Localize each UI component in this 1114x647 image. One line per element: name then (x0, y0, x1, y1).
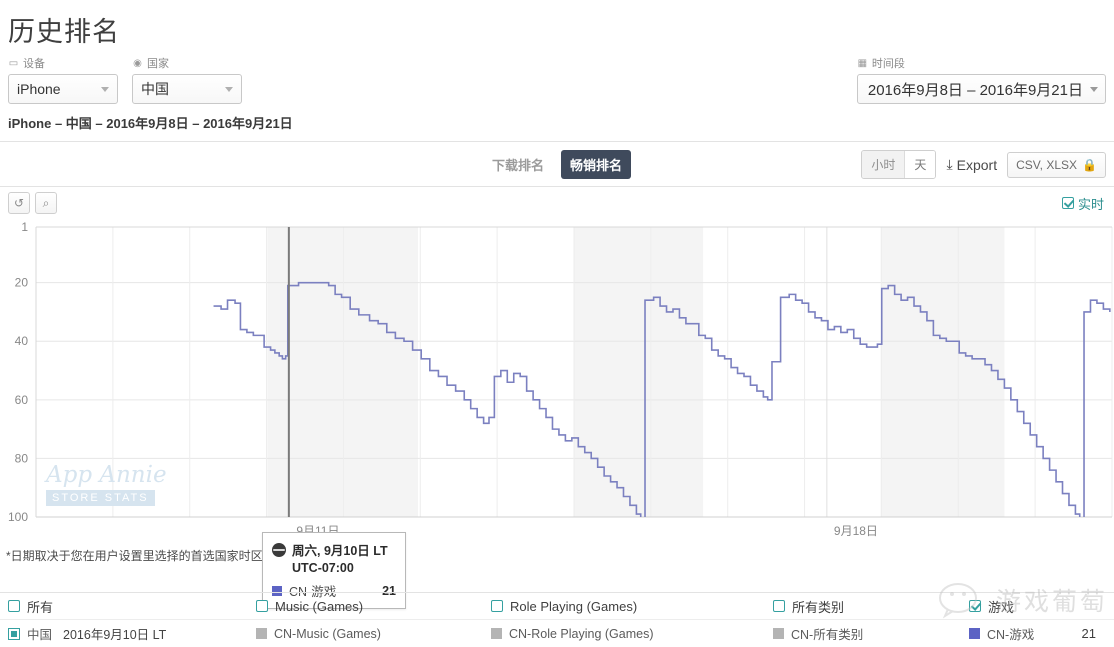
legend-series-cn-roleplaying[interactable]: CN-Role Playing (Games) (491, 627, 773, 641)
svg-text:100: 100 (8, 510, 28, 524)
segment-hour[interactable]: 小时 (862, 151, 905, 178)
legend-series-cn-games[interactable]: CN-游戏 21 (969, 624, 1114, 643)
swatch-cn-roleplaying (491, 628, 502, 639)
phone-icon: ▭ (8, 57, 19, 69)
checkbox-all[interactable] (8, 600, 20, 612)
legend-series-label-cn-allcategories: CN-所有类别 (791, 628, 864, 642)
legend-series-date: 2016年9月10日 LT (63, 628, 167, 642)
legend-checkbox-roleplaying[interactable]: Role Playing (Games) (491, 599, 773, 614)
legend-checkbox-row: 所有 Music (Games) Role Playing (Games) 所有… (0, 593, 1114, 620)
daterange-label: ▦ 时间段 (857, 55, 1106, 71)
device-select[interactable]: iPhone (8, 74, 118, 104)
svg-text:80: 80 (15, 451, 29, 465)
legend-series-china[interactable]: 中国 2016年9月10日 LT (8, 624, 256, 643)
legend-checkbox-all[interactable]: 所有 (8, 597, 256, 616)
calendar-icon: ▦ (857, 57, 868, 69)
daterange-group: ▦ 时间段 2016年9月8日 – 2016年9月21日 (856, 55, 1106, 104)
device-filter-label: ▭ 设备 (8, 55, 118, 71)
page-title: 历史排名 (8, 17, 120, 47)
legend-series-cn-allcategories[interactable]: CN-所有类别 (773, 624, 969, 643)
checkbox-games[interactable] (969, 600, 981, 612)
legend-series-cn-music[interactable]: CN-Music (Games) (256, 627, 491, 641)
legend-label-roleplaying: Role Playing (Games) (510, 598, 638, 614)
swatch-cn-music (256, 628, 267, 639)
svg-text:20: 20 (15, 276, 29, 290)
checkbox-roleplaying[interactable] (491, 600, 503, 612)
svg-text:60: 60 (15, 393, 29, 407)
realtime-checkbox[interactable] (1061, 197, 1074, 209)
zoom-button[interactable]: ⌕ (35, 192, 57, 214)
svg-text:1: 1 (21, 220, 28, 234)
export-button[interactable]: ⤓ Export (946, 156, 997, 173)
radio-china[interactable] (8, 627, 20, 640)
legend-checkbox-music[interactable]: Music (Games) (256, 599, 491, 614)
chart-controls: ↺ ⌕ 实时 (0, 187, 1114, 219)
timezone-footnote: *日期取决于您在用户设置里选择的首选国家时区 (6, 549, 263, 563)
breadcrumb: iPhone – 中国 – 2016年9月8日 – 2016年9月21日 (8, 116, 293, 131)
export-label: Export (956, 156, 998, 173)
toolbar-right-group: 小时 天 ⤓ Export CSV, XLSX 🔒 (861, 150, 1106, 179)
tooltip-date: 周六, 9月10日 LT (292, 544, 388, 558)
checkbox-music[interactable] (256, 600, 268, 612)
tab-grossing-rank[interactable]: 畅销排名 (561, 149, 632, 179)
legend-label-all: 所有 (27, 599, 54, 615)
lock-icon: 🔒 (1082, 157, 1097, 172)
legend-series-value-cn-games: 21 (1081, 626, 1096, 641)
filter-bar: ▭ 设备 iPhone ◉ 国家 中国 ▦ 时间段 2016年9月8日 – 20… (0, 49, 1114, 104)
device-label-text: 设备 (23, 58, 45, 70)
daterange-picker[interactable]: 2016年9月8日 – 2016年9月21日 (856, 74, 1106, 104)
legend-label-music: Music (Games) (275, 598, 364, 614)
tab-download-rank[interactable]: 下载排名 (483, 150, 553, 179)
globe-icon (272, 542, 286, 557)
country-select[interactable]: 中国 (132, 74, 242, 104)
device-select-value: iPhone (17, 81, 61, 97)
svg-text:9月18日: 9月18日 (834, 524, 878, 538)
legend-label-allcategories: 所有类别 (792, 599, 845, 615)
reset-icon: ↺ (13, 196, 25, 210)
csv-xlsx-button[interactable]: CSV, XLSX 🔒 (1007, 151, 1106, 178)
chevron-down-icon (1090, 86, 1098, 92)
csv-xlsx-label: CSV, XLSX (1016, 157, 1078, 172)
globe-icon: ◉ (133, 57, 142, 69)
swatch-cn-games (969, 628, 980, 639)
ranking-tabs: 下载排名 畅销排名 (483, 149, 632, 179)
device-filter-group: ▭ 设备 iPhone (8, 55, 118, 104)
legend-series-label-china: 中国 (27, 628, 53, 642)
realtime-toggle[interactable]: 实时 (1061, 194, 1104, 213)
swatch-cn-allcategories (773, 628, 784, 639)
reset-zoom-button[interactable]: ↺ (8, 192, 30, 214)
legend-checkbox-allcategories[interactable]: 所有类别 (773, 597, 969, 616)
country-filter-label: ◉ 国家 (132, 55, 242, 71)
legend-label-games: 游戏 (988, 599, 1015, 615)
legend-series-label-cn-music: CN-Music (Games) (274, 626, 381, 641)
svg-text:40: 40 (15, 334, 29, 348)
realtime-label: 实时 (1077, 196, 1104, 212)
country-label-text: 国家 (147, 58, 169, 70)
segment-day[interactable]: 天 (904, 151, 936, 178)
legend-series-label-cn-games: CN-游戏 (987, 628, 1035, 642)
tooltip-utc: UTC-07:00 (292, 561, 354, 575)
legend-section: 所有 Music (Games) Role Playing (Games) 所有… (0, 592, 1114, 647)
chart-toolbar: 下载排名 畅销排名 小时 天 ⤓ Export CSV, XLSX 🔒 (0, 142, 1114, 186)
checkbox-allcategories[interactable] (773, 600, 785, 612)
rank-line-chart[interactable]: 1204060801009月11日 9月18日 (0, 219, 1114, 539)
chart-area[interactable]: 1 20 40 60 80 100 9月11日 9月18日 App Annie STORE S… (0, 219, 1114, 609)
legend-checkbox-games[interactable]: 游戏 (969, 597, 1114, 616)
daterange-value: 2016年9月8日 – 2016年9月21日 (867, 81, 1083, 99)
tooltip-date-row: 周六, 9月10日 LT (272, 540, 396, 559)
country-filter-group: ◉ 国家 中国 (132, 55, 242, 104)
country-select-value: 中国 (141, 81, 169, 97)
chevron-down-icon (225, 86, 233, 92)
legend-series-row: 中国 2016年9月10日 LT CN-Music (Games) CN-Rol… (0, 620, 1114, 647)
chevron-down-icon (101, 86, 109, 92)
download-icon: ⤓ (946, 156, 953, 172)
legend-series-label-cn-roleplaying: CN-Role Playing (Games) (509, 626, 654, 641)
daterange-label-text: 时间段 (871, 58, 905, 70)
magnifier-icon: ⌕ (42, 195, 50, 210)
granularity-segmented-control: 小时 天 (861, 150, 937, 179)
